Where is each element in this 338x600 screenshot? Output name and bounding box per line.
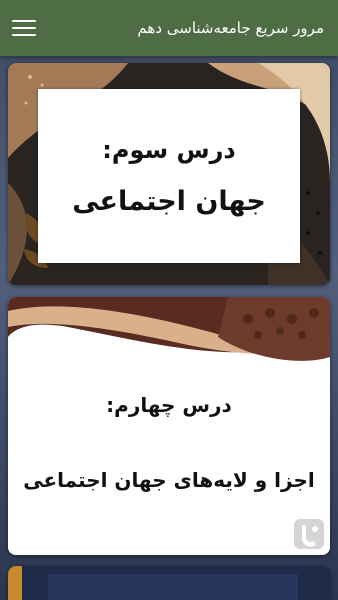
- watermark-logo-icon: [294, 519, 324, 549]
- app-bar: مرور سریع جامعه‌شناسی دهم: [0, 0, 338, 56]
- card-background-art: [8, 297, 330, 555]
- lesson-title: جهان اجتماعی: [72, 185, 266, 217]
- lesson-card-next[interactable]: [8, 566, 330, 600]
- lesson-number: درس چهارم:: [106, 393, 232, 417]
- menu-icon[interactable]: [12, 18, 36, 38]
- lesson-number: درس سوم:: [102, 135, 236, 164]
- card-background-art: [8, 566, 330, 600]
- lesson-panel: درس سوم: جهان اجتماعی: [38, 89, 300, 263]
- lesson-list: درس سوم: جهان اجتماعی درس چهارم: اجزا و …: [0, 56, 338, 600]
- lesson-title: اجزا و لایه‌های جهان اجتماعی: [23, 468, 315, 492]
- lesson-card-3[interactable]: درس سوم: جهان اجتماعی: [8, 63, 330, 285]
- lesson-card-4[interactable]: درس چهارم: اجزا و لایه‌های جهان اجتماعی: [8, 297, 330, 555]
- app-title: مرور سریع جامعه‌شناسی دهم: [137, 19, 324, 37]
